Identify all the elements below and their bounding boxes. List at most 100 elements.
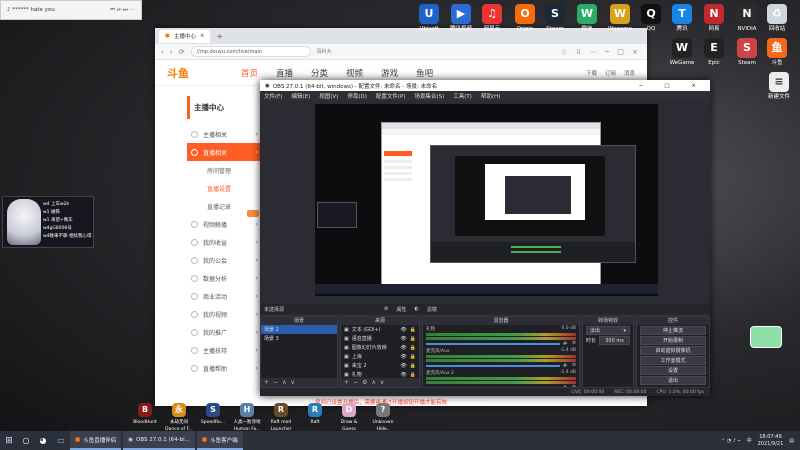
desktop-icon[interactable]: S Steam <box>538 4 572 32</box>
desktop-icon[interactable]: 永永劫无间 Dance of F... <box>164 403 194 433</box>
obs-menu-0[interactable]: 文件(F) <box>264 92 282 100</box>
lock-icon[interactable]: 🔒 <box>410 336 416 342</box>
taskbar-app-0[interactable]: ■ 斗鱼直播伴侣 <box>70 431 122 450</box>
eye-icon[interactable]: 👁 <box>400 372 406 378</box>
desktop-icon[interactable]: O Origin <box>508 4 542 32</box>
new-tab-button[interactable]: + <box>216 32 223 41</box>
lock-icon[interactable]: 🔒 <box>410 363 416 369</box>
scene-item[interactable]: 场景 3 <box>261 334 337 343</box>
window-controls-icon[interactable]: ─ □ × <box>639 83 710 89</box>
desktop-icon[interactable]: 鱼斗鱼 <box>760 38 794 66</box>
sidebar-item[interactable]: 视频鲸播 › <box>187 215 261 233</box>
desktop-icon[interactable]: ? Unknown Hide.. <box>368 403 398 433</box>
filter-icon[interactable]: ◐ <box>415 306 419 312</box>
volume-slider[interactable] <box>426 364 561 367</box>
desktop-icon[interactable]: T 腾讯 <box>665 4 699 32</box>
ime-indicator[interactable]: 中 <box>747 437 752 444</box>
source-item[interactable]: ▣ 文本 (GDI+) 👁 🔒 <box>341 325 419 334</box>
control-button-1[interactable]: 开始录制 <box>640 336 706 345</box>
obs-menu-1[interactable]: 编辑(E) <box>291 92 310 100</box>
sidebar-item[interactable]: 主播相关 › <box>187 125 261 143</box>
source-item[interactable]: ▣ 来宝 2 👁 🔒 <box>341 361 419 370</box>
taskbar-app-2[interactable]: ■ 斗鱼客户端 <box>196 431 243 450</box>
back-icon[interactable]: ‹ <box>161 48 164 56</box>
desktop-icon[interactable]: W Wegame <box>603 4 637 32</box>
eye-icon[interactable]: 👁 <box>400 354 406 360</box>
sidebar-item[interactable]: 我的推广 › <box>187 323 261 341</box>
desktop-icon[interactable]: R Raft mod Launcher <box>266 403 296 433</box>
live2d-avatar[interactable]: w4 上车w2h w1 磁铁 w1 来望+晚车 w4gG8006号 w4晚車不聊 相续我… <box>2 196 94 248</box>
desktop-icon[interactable]: W 微信 <box>570 4 604 32</box>
obs-menu-2[interactable]: 视图(V) <box>319 92 338 100</box>
lock-icon[interactable]: 🔒 <box>410 372 416 378</box>
url-field[interactable]: //mp.douyu.com/live/main <box>190 46 311 57</box>
obs-menu-6[interactable]: 工具(T) <box>453 92 472 100</box>
lock-icon[interactable]: 🔒 <box>410 327 416 333</box>
lock-icon[interactable]: 🔒 <box>410 345 416 351</box>
browser-toolbar-icons[interactable]: ☆ ⇩ ⋯ ─ □ × <box>561 48 641 56</box>
nav-right-1[interactable]: 订阅 <box>605 69 616 77</box>
scene-item[interactable]: 场景 2 <box>261 325 337 334</box>
sidebar-item[interactable]: 直播帮助 › <box>187 359 261 377</box>
transition-select[interactable]: 淡出 ▾ <box>586 326 630 335</box>
tray-icons[interactable]: ⌃ ◔ ♪ ⌁ <box>721 438 741 444</box>
desktop-icon[interactable]: ♻ 回收站 <box>760 4 794 32</box>
control-button-5[interactable]: 退出 <box>640 376 706 385</box>
sidebar-item[interactable]: 我的视频 › <box>187 305 261 323</box>
gear-icon[interactable]: ⚙ <box>572 341 576 346</box>
desktop-icon[interactable]: Q QQ <box>634 4 668 32</box>
sidebar-item[interactable]: 我的公会 › <box>187 251 261 269</box>
duration-input[interactable]: 300 ms <box>599 336 630 345</box>
desktop-icon[interactable]: S SpeedRu... <box>198 403 228 433</box>
desktop-icon[interactable]: N NVIDIA <box>730 4 764 32</box>
sidebar-item[interactable]: 我的收益 › <box>187 233 261 251</box>
nav-item-1[interactable]: 直播 <box>276 67 293 79</box>
douyu-logo[interactable]: 斗鱼 <box>167 65 227 81</box>
sidebar-item[interactable]: 直播设置 <box>187 179 261 197</box>
desktop-icon[interactable]: W WeGame <box>665 38 699 66</box>
pet-widget-icon[interactable] <box>750 326 782 348</box>
nav-item-0[interactable]: 首页 <box>241 67 258 79</box>
eye-icon[interactable]: 👁 <box>400 363 406 369</box>
control-button-0[interactable]: 停止推流 <box>640 326 706 335</box>
browser-tab[interactable]: ● 主播中心 × <box>159 29 211 43</box>
nav-item-5[interactable]: 鱼吧 <box>416 67 433 79</box>
notification-icon[interactable]: ▤ <box>789 438 794 444</box>
desktop-icon[interactable]: ♫ 网易云 <box>475 4 509 32</box>
close-icon[interactable]: × <box>200 33 205 39</box>
desktop-icon[interactable]: S Steam <box>730 38 764 66</box>
up-icon[interactable]: ∧ <box>371 379 375 386</box>
nav-item-4[interactable]: 游戏 <box>381 67 398 79</box>
desktop-icon[interactable]: U Ubisoft <box>412 4 446 32</box>
sidebar-item[interactable]: 直播相关 › <box>187 143 261 161</box>
obs-menu-3[interactable]: 停靠(D) <box>347 92 367 100</box>
forward-icon[interactable]: › <box>170 48 173 56</box>
eye-icon[interactable]: 👁 <box>400 345 406 351</box>
sidebar-item[interactable]: 商业活动 › <box>187 287 261 305</box>
filters-button[interactable]: 滤镜 <box>427 306 437 313</box>
sidebar-item[interactable]: 房间管理 <box>187 161 261 179</box>
music-controls-icon[interactable]: ⏮ ⏯ ⏭ ⋯ <box>110 7 135 14</box>
nav-item-3[interactable]: 视频 <box>346 67 363 79</box>
nav-right-2[interactable]: 消息 <box>624 69 635 77</box>
obs-menu-5[interactable]: 场景集合(S) <box>414 92 444 100</box>
volume-slider[interactable] <box>426 342 561 345</box>
obs-menu-7[interactable]: 帮助(H) <box>481 92 500 100</box>
desktop-icon[interactable]: B BloodHunt <box>130 403 160 433</box>
chrome-icon[interactable]: ◕ <box>34 436 52 445</box>
obs-menu-4[interactable]: 配置文件(P) <box>376 92 406 100</box>
eye-icon[interactable]: 👁 <box>400 336 406 342</box>
sidebar-item[interactable]: 主播扶持 › <box>187 341 261 359</box>
add-icon[interactable]: + <box>264 379 269 386</box>
down-icon[interactable]: ∨ <box>290 379 294 386</box>
gear-icon[interactable]: ⚙ <box>362 379 367 386</box>
up-icon[interactable]: ∧ <box>282 379 286 386</box>
search-hint[interactable]: 百科大 <box>317 48 332 55</box>
gear-icon[interactable]: ⚙ <box>572 363 576 368</box>
desktop-icon[interactable]: N 网易 <box>697 4 731 32</box>
desktop-icon[interactable]: E Epic <box>697 38 731 66</box>
file-explorer-icon[interactable]: ▭ <box>52 436 70 445</box>
source-item[interactable]: ▣ 语音直播 👁 🔒 <box>341 334 419 343</box>
gear-icon[interactable]: ⚙ <box>384 306 388 312</box>
control-button-2[interactable]: 启动虚拟摄像机 <box>640 346 706 355</box>
